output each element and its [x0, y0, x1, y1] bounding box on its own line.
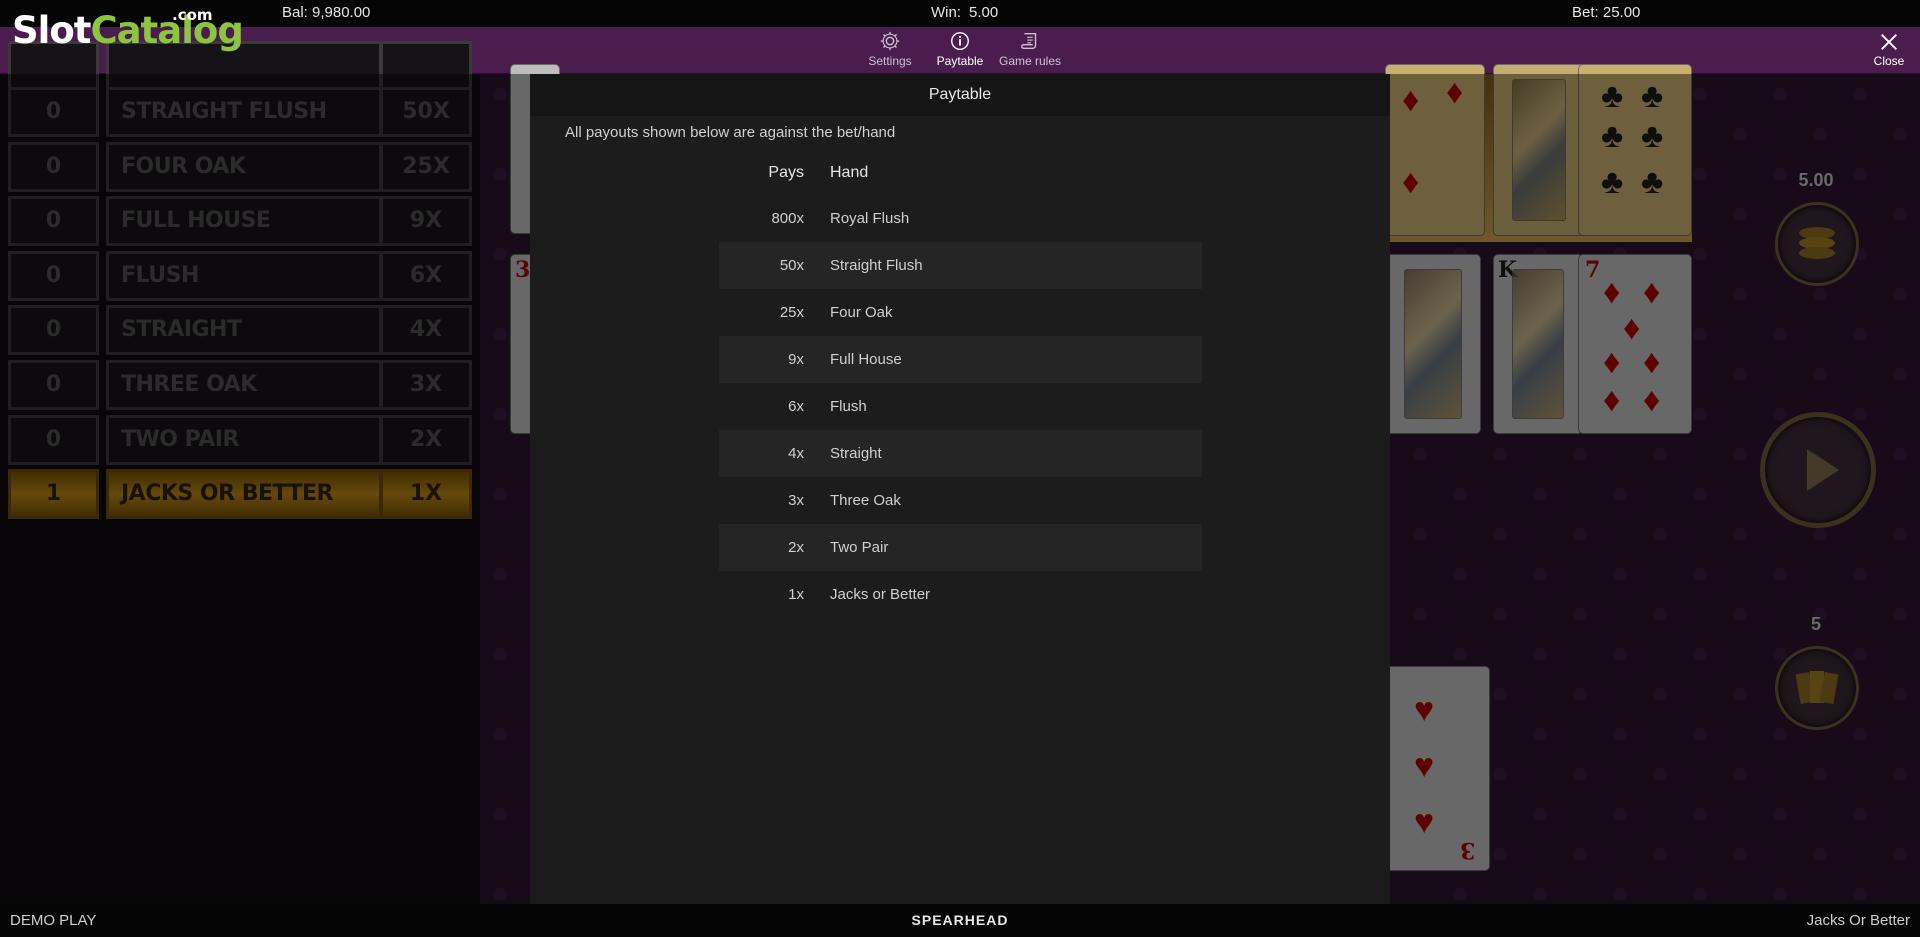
paytable-modal: Paytable All payouts shown below are aga…	[530, 74, 1390, 904]
header-pays: Pays	[768, 164, 804, 181]
close-button[interactable]: Close	[1864, 31, 1914, 68]
modal-subtitle: All payouts shown below are against the …	[565, 124, 896, 141]
table-row: 3x Three Oak	[719, 477, 1202, 524]
table-row: 9x Full House	[719, 336, 1202, 383]
row-pays: 25x	[779, 304, 804, 321]
row-pays: 1x	[788, 586, 804, 603]
row-pays: 50x	[779, 257, 804, 274]
win-value: 5.00	[969, 4, 999, 21]
row-hand: Flush	[830, 398, 867, 415]
game-rules-button[interactable]: Game rules	[997, 30, 1063, 72]
row-hand: Four Oak	[830, 304, 893, 321]
settings-button[interactable]: Settings	[857, 30, 923, 72]
paytable-table: Pays Hand 800x Royal Flush 50x Straight Fl…	[719, 155, 1202, 618]
close-icon	[1881, 34, 1897, 50]
demo-play-label: DEMO PLAY	[10, 912, 97, 929]
table-header: Pays Hand	[719, 155, 1202, 195]
row-hand: Full House	[830, 351, 902, 368]
row-hand: Straight	[830, 445, 882, 462]
row-pays: 800x	[771, 210, 804, 227]
row-hand: Jacks or Better	[830, 586, 931, 603]
gear-icon	[880, 31, 900, 51]
logo-part-slot: Slot	[12, 9, 91, 52]
modal-title: Paytable	[530, 74, 1390, 116]
table-row: 25x Four Oak	[719, 289, 1202, 336]
logo-suffix: .com	[172, 6, 213, 24]
site-logo: SlotCatalog .com	[12, 8, 244, 52]
game-name-label: Jacks Or Better	[1806, 912, 1910, 929]
table-row: 6x Flush	[719, 383, 1202, 430]
footer-bar: DEMO PLAY SPEARHEAD Jacks Or Better	[0, 904, 1920, 937]
table-row: 50x Straight Flush	[719, 242, 1202, 289]
info-icon	[951, 32, 969, 50]
status-bar: Bal: 9,980.00 Win: 5.00 Bet: 25.00	[0, 0, 1920, 27]
table-row: 800x Royal Flush	[719, 195, 1202, 242]
close-label: Close	[1873, 54, 1905, 68]
game-rules-label: Game rules	[998, 54, 1062, 68]
row-pays: 6x	[788, 398, 804, 415]
row-pays: 4x	[788, 445, 804, 462]
win-label: Win:	[931, 4, 961, 21]
table-row: 2x Two Pair	[719, 524, 1202, 571]
row-pays: 9x	[788, 351, 804, 368]
logo-part-catalog: Catalog	[90, 9, 243, 52]
row-pays: 3x	[788, 492, 804, 509]
scroll-icon	[1021, 32, 1037, 50]
row-pays: 2x	[788, 539, 804, 556]
paytable-label: Paytable	[936, 54, 984, 68]
provider-logo: SPEARHEAD	[911, 912, 1009, 928]
settings-label: Settings	[868, 54, 912, 68]
row-hand: Three Oak	[830, 492, 901, 509]
table-row: 1x Jacks or Better	[719, 571, 1202, 618]
row-hand: Straight Flush	[830, 257, 923, 274]
table-row: 4x Straight	[719, 430, 1202, 477]
row-hand: Two Pair	[830, 539, 889, 556]
paytable-button[interactable]: Paytable	[927, 30, 993, 72]
bet-display: Bet: 25.00	[1572, 4, 1641, 21]
row-hand: Royal Flush	[830, 210, 910, 227]
balance-display: Bal: 9,980.00	[282, 4, 371, 21]
table-body: 800x Royal Flush 50x Straight Flush 25x Fou…	[719, 195, 1202, 618]
header-hand: Hand	[830, 164, 869, 181]
